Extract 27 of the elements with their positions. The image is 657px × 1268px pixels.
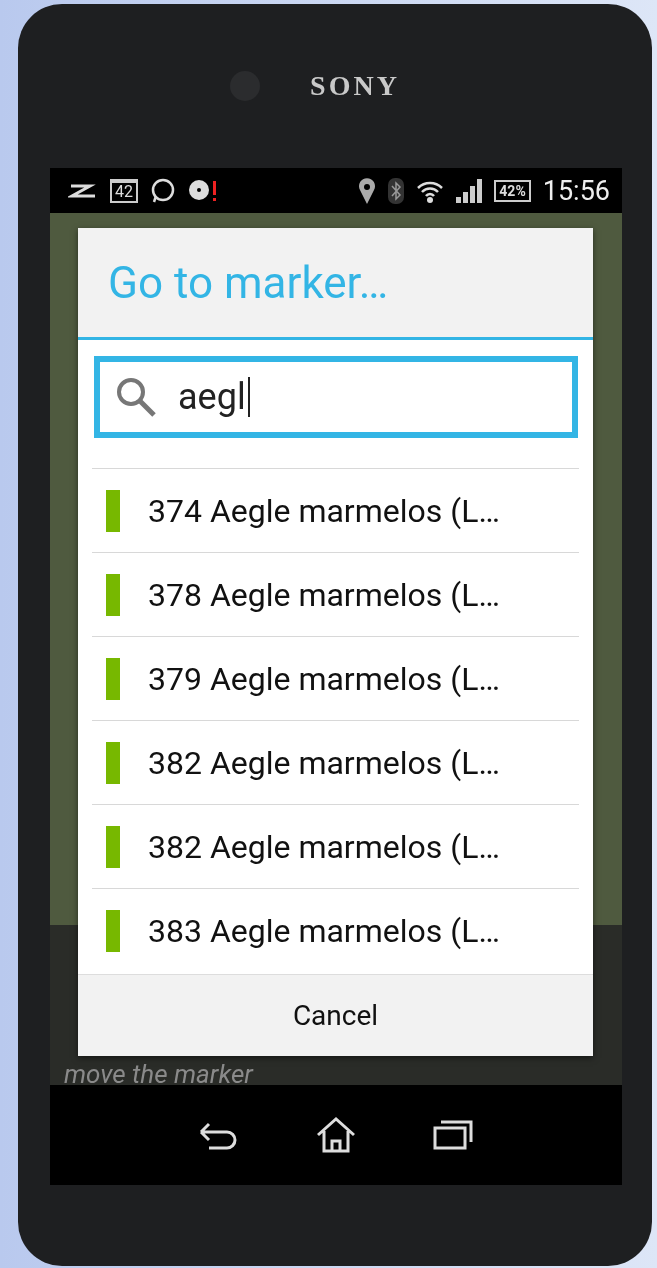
marker-color-icon <box>106 825 120 868</box>
brand-logo: SONY <box>310 70 400 102</box>
marker-color-icon <box>106 489 120 532</box>
result-item[interactable]: 374 Aegle marmelos (L… <box>92 468 579 552</box>
marker-color-icon <box>106 741 120 784</box>
calendar-icon: 42 <box>110 178 138 203</box>
marker-color-icon <box>106 909 120 952</box>
alert-icon <box>188 177 218 204</box>
marker-color-icon <box>106 657 120 700</box>
result-item[interactable]: 378 Aegle marmelos (L… <box>92 552 579 636</box>
bluetooth-icon <box>388 177 405 204</box>
signal-icon <box>456 178 483 203</box>
result-item[interactable]: 382 Aegle marmelos (L… <box>92 804 579 888</box>
result-item[interactable]: 383 Aegle marmelos (L… <box>92 888 579 972</box>
result-item[interactable]: 382 Aegle marmelos (L… <box>92 720 579 804</box>
result-item[interactable]: 379 Aegle marmelos (L… <box>92 636 579 720</box>
cancel-button[interactable]: Cancel <box>78 974 593 1056</box>
recent-apps-icon[interactable] <box>431 1118 476 1152</box>
battery-icon: 42% <box>494 179 531 202</box>
hint-text: move the marker <box>64 1059 253 1089</box>
chat-icon <box>150 177 176 204</box>
home-icon[interactable] <box>314 1115 358 1155</box>
search-icon <box>114 375 158 419</box>
marker-color-icon <box>106 573 120 616</box>
location-pin-icon <box>358 177 377 204</box>
search-field[interactable]: aegl <box>94 356 578 438</box>
clock: 15:56 <box>542 174 610 207</box>
